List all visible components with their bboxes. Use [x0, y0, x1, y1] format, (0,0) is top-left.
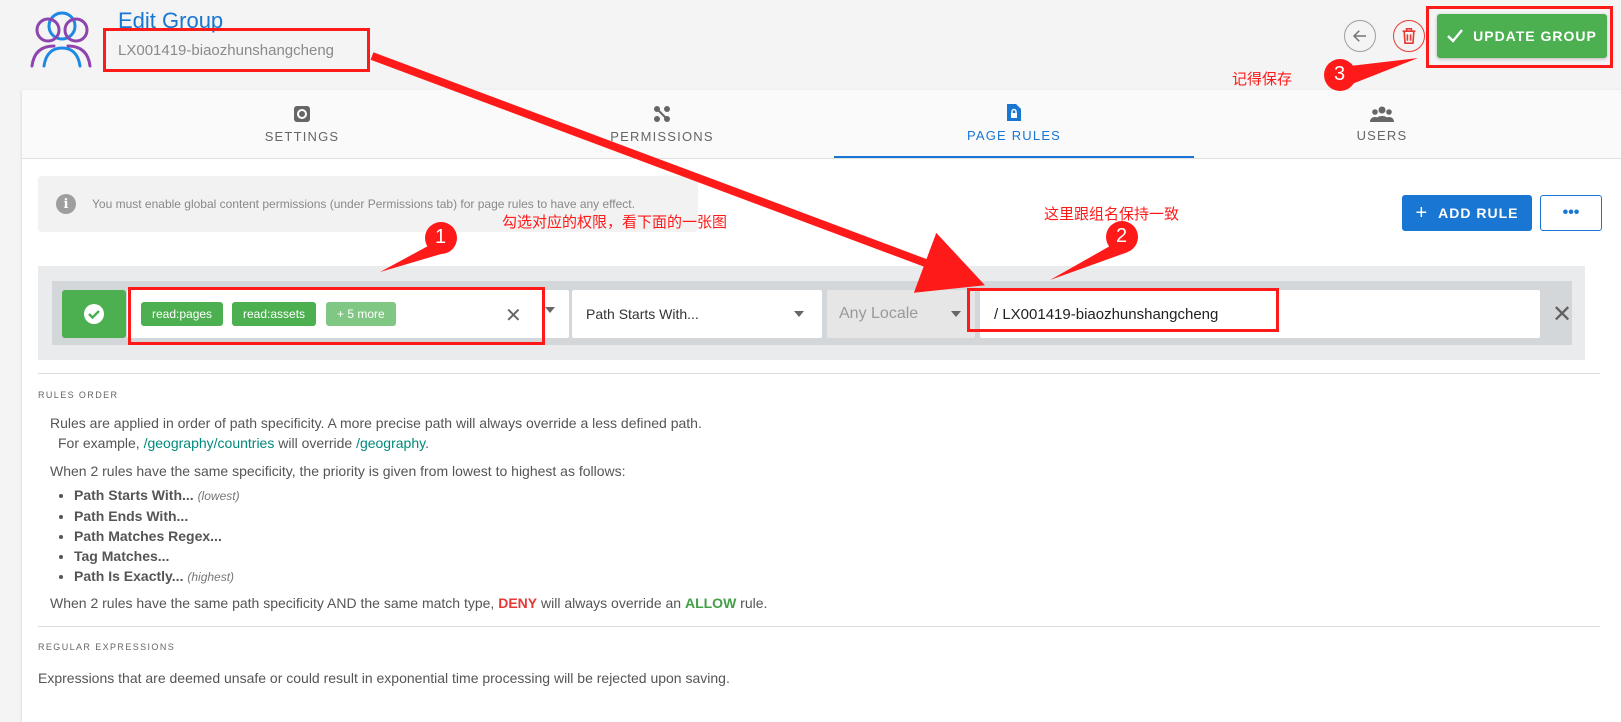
- callout-3-tail: [1350, 58, 1418, 84]
- callout-2-tail: [1050, 246, 1128, 280]
- annotation-note-1: 勾选对应的权限，看下面的一张图: [502, 213, 728, 231]
- arrow-group-to-path: [370, 52, 985, 293]
- annotation-note-2: 这里跟组名保持一致: [1044, 205, 1180, 223]
- callout-1-number: 1: [435, 226, 447, 248]
- annotation-note-3: 记得保存: [1232, 70, 1293, 88]
- callout-2-number: 2: [1116, 225, 1128, 247]
- annotation-arrows: [370, 52, 1418, 293]
- callout-3-number: 3: [1334, 63, 1346, 85]
- callout-1-tail: [380, 246, 448, 272]
